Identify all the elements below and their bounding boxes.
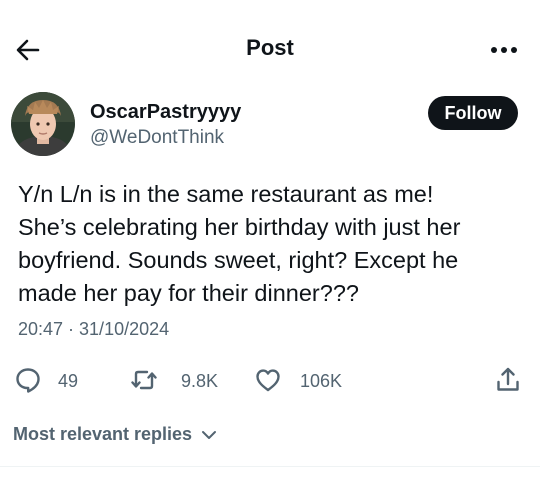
display-name[interactable]: OscarPastryyyy bbox=[90, 101, 241, 124]
more-horizontal-icon[interactable] bbox=[490, 46, 518, 54]
repost-count: 9.8K bbox=[181, 371, 219, 391]
reply-count: 49 bbox=[58, 371, 79, 391]
reply-icon[interactable] bbox=[14, 366, 42, 394]
tweet-line: boyfriend. Sounds sweet, right? Except h… bbox=[18, 247, 459, 273]
timestamp[interactable]: 20:47 · 31/10/2024 bbox=[18, 319, 169, 340]
like-count: 106K bbox=[300, 371, 343, 391]
replies-sort-toggle[interactable]: Most relevant replies bbox=[13, 424, 217, 445]
action-bar: 49 9.8K 106K bbox=[0, 362, 540, 398]
follow-button[interactable]: Follow bbox=[428, 96, 518, 130]
page-title: Post bbox=[246, 35, 294, 60]
top-bar: Post bbox=[0, 0, 540, 92]
avatar[interactable] bbox=[11, 92, 75, 156]
repost-icon[interactable] bbox=[130, 366, 158, 394]
chevron-down-icon bbox=[202, 431, 217, 440]
tweet-line: Y/n L/n is in the same restaurant as me! bbox=[18, 181, 434, 207]
user-handle[interactable]: @WeDontThink bbox=[90, 127, 224, 149]
avatar-photo bbox=[11, 92, 75, 156]
tweet-line: made her pay for their dinner??? bbox=[18, 280, 359, 306]
divider bbox=[0, 466, 540, 467]
replies-sort-label: Most relevant replies bbox=[13, 424, 193, 444]
heart-icon[interactable] bbox=[254, 366, 282, 394]
tweet-line: She’s celebrating her birthday with just… bbox=[18, 214, 461, 240]
share-icon[interactable] bbox=[494, 366, 522, 394]
tweet-text: Y/n L/n is in the same restaurant as me!… bbox=[18, 178, 528, 310]
